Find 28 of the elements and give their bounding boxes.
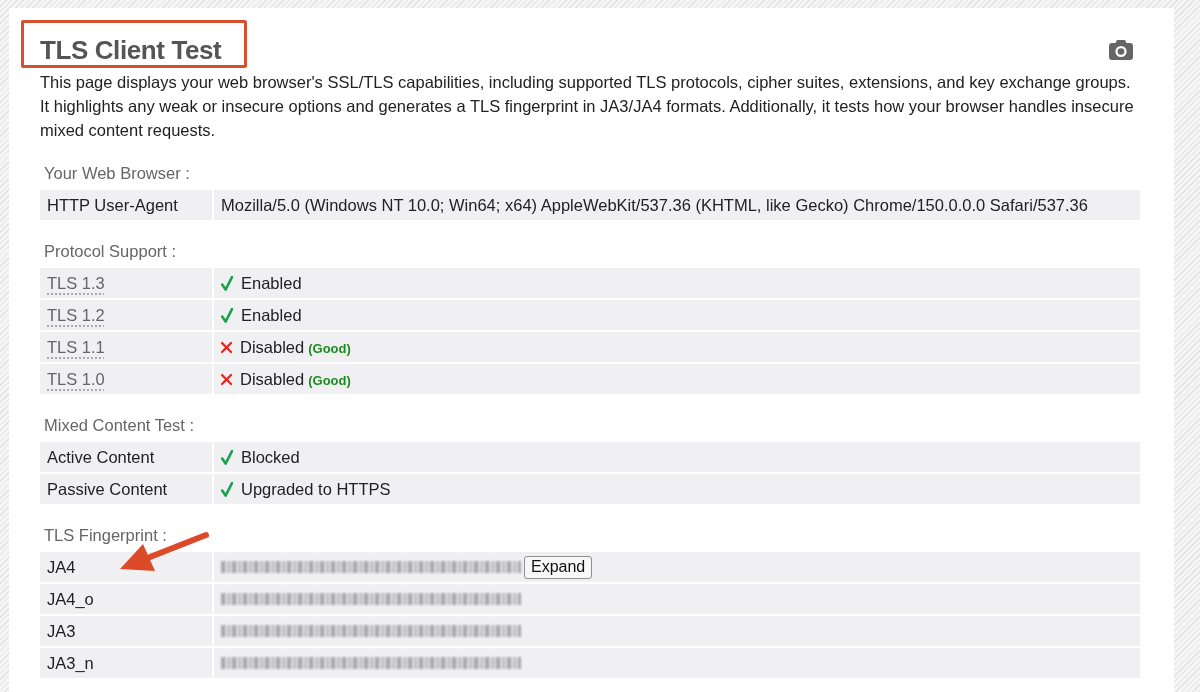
- row-label: JA3_n: [47, 652, 94, 674]
- camera-icon[interactable]: [1109, 40, 1133, 60]
- status-note: (Good): [308, 339, 351, 358]
- row-label: JA4_o: [47, 588, 94, 610]
- status-text: Disabled: [240, 336, 305, 358]
- row-label: Passive Content: [47, 478, 168, 500]
- section-heading: Your Web Browser :: [43, 163, 191, 184]
- page-description: This page displays your web browser's SSL/TLS capabilities, including supported TLS protocols, cipher suites, extensions, and key exchange groups. It highlights any weak or insecure options and generates a TLS fingerprint in JA3/JA4 formats. Additionally, it tests how your browser handles insecure mixed content requests.: [40, 72, 1135, 141]
- status-text: Upgraded to HTTPS: [241, 478, 391, 500]
- row-label: JA3: [47, 620, 76, 642]
- status-text: Enabled: [241, 304, 302, 326]
- protocol-label: TLS 1.1: [47, 336, 105, 358]
- page-title: TLS Client Test: [40, 34, 222, 66]
- protocol-label: TLS 1.2: [47, 304, 105, 326]
- section-heading: Protocol Support :: [43, 241, 178, 262]
- status-text: Enabled: [241, 272, 302, 294]
- status-text: Disabled: [240, 368, 305, 390]
- section-heading: TLS Fingerprint :: [43, 525, 168, 546]
- protocol-label: TLS 1.3: [47, 272, 105, 294]
- section-heading: Mixed Content Test :: [43, 415, 196, 436]
- expand-button[interactable]: Expand: [524, 555, 593, 579]
- row-label: JA4: [47, 556, 76, 578]
- status-note: (Good): [308, 371, 351, 390]
- protocol-label: TLS 1.0: [47, 368, 105, 390]
- status-text: Blocked: [241, 446, 300, 468]
- table-cell: Mozilla/5.0 (Windows NT 10.0; Win64; x64) AppleWebKit/537.36 (KHTML, like Gecko) Chrome/150.0.0.0 Safari/537.36: [214, 190, 1140, 220]
- row-label: Active Content: [47, 446, 155, 468]
- row-label: HTTP User-Agent: [47, 194, 178, 216]
